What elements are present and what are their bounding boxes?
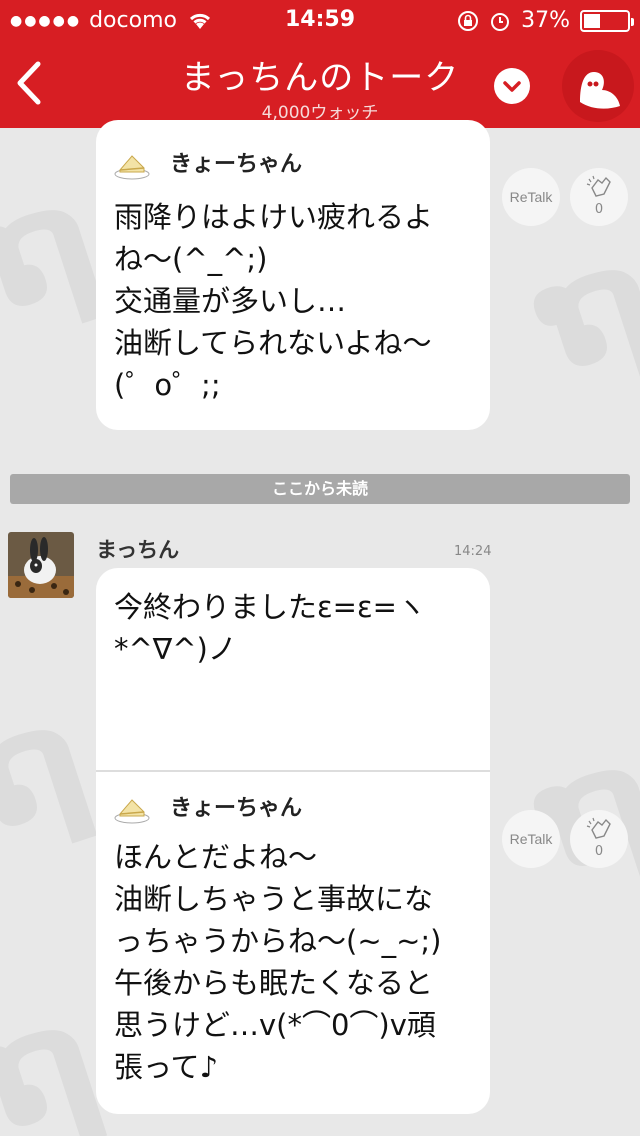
battery-level (584, 13, 600, 28)
retalk-label: ReTalk (509, 189, 553, 205)
clap-count: 0 (594, 202, 604, 217)
message-timestamp: 14:24 (454, 544, 492, 559)
page-title: まっちんのトーク (180, 58, 460, 98)
dropdown-button[interactable] (494, 68, 530, 104)
cake-avatar-icon (114, 799, 150, 824)
quote-divider (96, 770, 490, 772)
sender-avatar[interactable] (8, 532, 74, 598)
chevron-down-icon (503, 81, 521, 92)
clap-icon (586, 817, 611, 839)
sender-name[interactable]: まっちん (96, 534, 179, 564)
unread-divider: ここから未読 (10, 474, 630, 504)
clap-icon (586, 175, 611, 197)
rabbit-photo (8, 532, 74, 598)
quoted-user-name: きょーちゃん (170, 152, 303, 177)
app-header: ●●●●● docomo 14:59 37% まっちんのトーク 4,000ウォッ… (0, 0, 640, 128)
message-text: 雨降りはよけい疲れるよ ね〜(^_^;) 交通量が多いし… 油断してられないよね… (114, 200, 434, 402)
message-text: 今終わりましたε=ε=ヽ *^∇^)ノ (114, 590, 426, 666)
background-watermark: ຖ (0, 666, 107, 868)
quoted-user-name: きょーちゃん (170, 796, 303, 821)
rotation-lock-icon (458, 10, 479, 31)
message-bubble[interactable]: きょーちゃん 雨降りはよけい疲れるよ ね〜(^_^;) 交通量が多いし… 油断し… (96, 120, 490, 430)
retalk-button[interactable]: ReTalk (502, 810, 560, 868)
retalk-label: ReTalk (509, 831, 553, 847)
talk-owner-avatar-button[interactable] (562, 50, 634, 122)
message-bubble[interactable]: 今終わりましたε=ε=ヽ *^∇^)ノ きょーちゃん ほんとだよね〜 油断しちゃ… (96, 568, 490, 1114)
background-watermark: ຖ (515, 706, 640, 908)
clap-count: 0 (594, 844, 604, 859)
cake-avatar-icon (114, 155, 150, 180)
background-watermark: ຖ (515, 206, 640, 408)
quoted-message-text: ほんとだよね〜 油断しちゃうと事故にな っちゃうからね〜(~_~;) 午後からも… (114, 840, 442, 1084)
retalk-button[interactable]: ReTalk (502, 168, 560, 226)
clap-button[interactable]: 0 (570, 810, 628, 868)
ghost-mascot-icon (580, 72, 620, 109)
clap-button[interactable]: 0 (570, 168, 628, 226)
status-bar: ●●●●● docomo 14:59 37% (0, 0, 640, 40)
alarm-icon (491, 12, 510, 31)
battery-percent: 37% (521, 8, 570, 33)
battery-icon (580, 9, 634, 32)
